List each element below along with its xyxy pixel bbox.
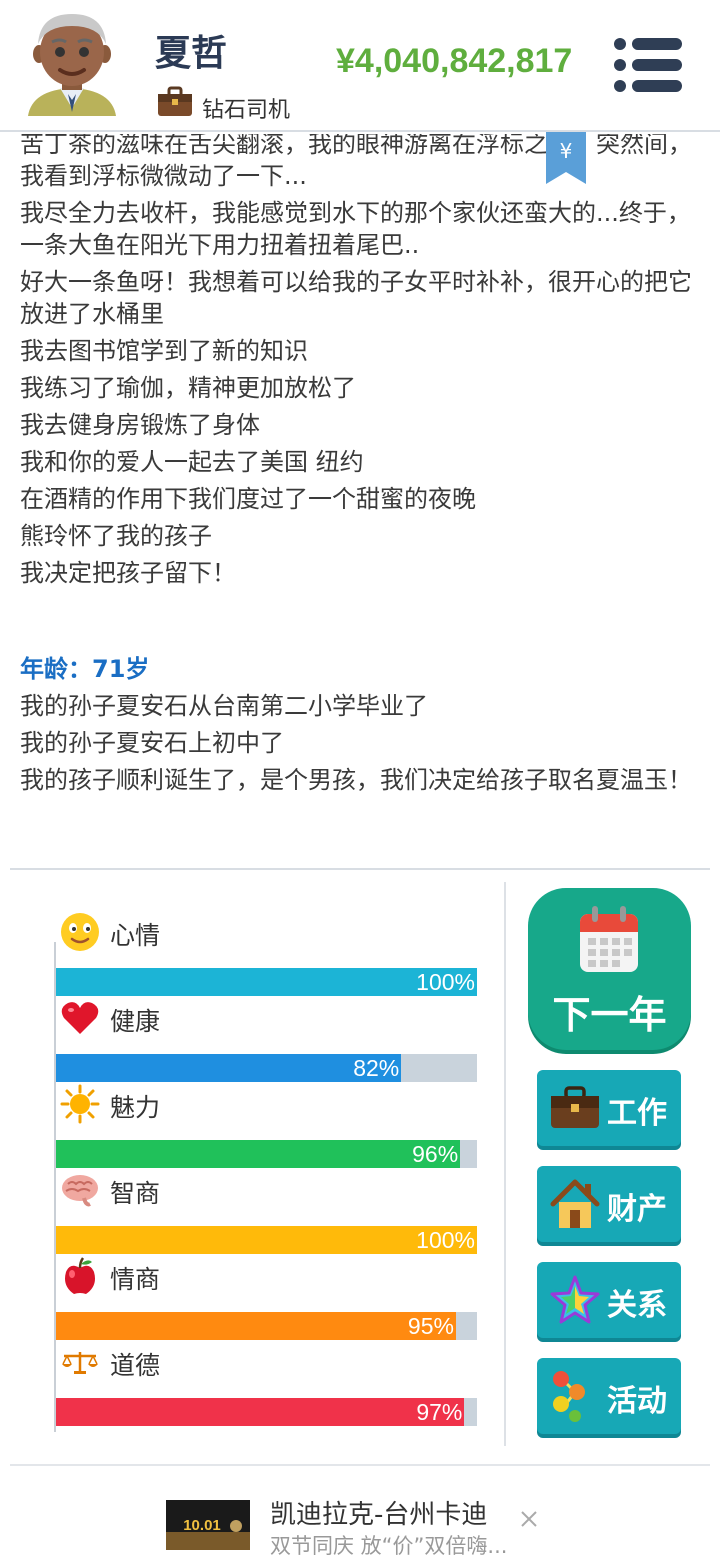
- property-button[interactable]: 财产: [537, 1166, 681, 1242]
- stat-percent: 100%: [416, 969, 475, 995]
- stat-label: 健康: [110, 1007, 161, 1036]
- smiley-icon: [61, 913, 99, 951]
- avatar[interactable]: [24, 8, 120, 118]
- event-log[interactable]: 苦丁茶的滋味在舌尖翻滚，我的眼神游离在浮标之上。突然间，我看到浮标微微动了一下.…: [0, 134, 720, 866]
- work-label: 工作: [607, 1096, 667, 1131]
- ad-title[interactable]: 凯迪拉克-台州卡迪: [270, 1494, 487, 1531]
- stat-mood: 心情 100%: [56, 912, 477, 996]
- sun-icon: [60, 1084, 100, 1124]
- money-balance: ¥4,040,842,817: [336, 42, 573, 80]
- stat-health: 健康 82%: [56, 998, 477, 1082]
- stat-bar: 97%: [56, 1398, 477, 1426]
- stat-label: 智商: [110, 1179, 161, 1208]
- stat-percent: 97%: [416, 1399, 463, 1425]
- stat-bar: 82%: [56, 1054, 477, 1082]
- activities-label: 活动: [607, 1384, 667, 1419]
- stat-percent: 100%: [416, 1227, 475, 1253]
- log-line: 我去健身房锻炼了身体: [20, 411, 260, 439]
- activities-button[interactable]: 活动: [537, 1358, 681, 1434]
- log-line: 我去图书馆学到了新的知识: [20, 337, 308, 365]
- stat-fill: [56, 1140, 461, 1168]
- stat-label: 道德: [110, 1351, 161, 1380]
- stat-fill: [56, 968, 477, 996]
- stat-iq: 智商 100%: [56, 1170, 477, 1254]
- stat-bar: 95%: [56, 1312, 477, 1340]
- property-label: 财产: [607, 1192, 667, 1227]
- stat-fill: [56, 1398, 465, 1426]
- scales-icon: [62, 1352, 98, 1374]
- age-heading: 年龄：71岁: [20, 655, 150, 683]
- log-line: 熊玲怀了我的孩子: [20, 522, 212, 550]
- log-line: 我的孙子夏安石上初中了: [20, 729, 284, 757]
- activity-dots-icon: [553, 1371, 585, 1422]
- stat-percent: 95%: [407, 1313, 454, 1339]
- stat-label: 魅力: [110, 1093, 161, 1122]
- briefcase-icon: [551, 1086, 599, 1128]
- svg-text:10.01: 10.01: [183, 1517, 221, 1534]
- log-line: 苦丁茶的滋味在舌尖翻滚，我的眼神游离在浮标之上。突然间，我看到浮标微微动了一下.…: [20, 134, 692, 190]
- stat-fill: [56, 1226, 477, 1254]
- job-title: 钻石司机: [202, 98, 291, 123]
- log-line: 在酒精的作用下我们度过了一个甜蜜的夜晚: [20, 485, 476, 513]
- calendar-icon: [580, 906, 638, 972]
- stat-percent: 82%: [353, 1055, 400, 1081]
- briefcase-icon: [158, 86, 192, 116]
- ad-image[interactable]: 10.01: [166, 1500, 250, 1550]
- star-icon: [550, 1275, 600, 1324]
- divider: [10, 868, 710, 870]
- log-line: 我的孙子夏安石从台南第二小学毕业了: [20, 692, 428, 720]
- hamburger-icon[interactable]: [612, 36, 684, 94]
- divider: [504, 882, 506, 1446]
- next-year-button[interactable]: 下一年: [528, 888, 691, 1050]
- log-line: 我决定把孩子留下！: [20, 559, 236, 587]
- stat-label: 心情: [110, 921, 161, 950]
- house-icon: [550, 1179, 600, 1228]
- log-line: 我的孩子顺利诞生了，是个男孩，我们决定给孩子取名夏温玉！: [20, 766, 692, 794]
- relations-button[interactable]: 关系: [537, 1262, 681, 1338]
- ad-subtitle: 双节同庆 放“价”双倍嗨...: [270, 1534, 508, 1558]
- apple-icon: [65, 1257, 95, 1294]
- stat-label: 情商: [110, 1265, 161, 1294]
- stat-morality: 道德 97%: [56, 1342, 477, 1426]
- stat-eq: 情商 95%: [56, 1256, 477, 1340]
- stat-percent: 96%: [412, 1141, 459, 1167]
- work-button[interactable]: 工作: [537, 1070, 681, 1146]
- stat-fill: [56, 1054, 402, 1082]
- ad-banner[interactable]: 10.01 凯迪拉克-台州卡迪 双节同庆 放“价”双倍嗨...: [0, 1466, 720, 1560]
- close-icon[interactable]: [512, 1502, 546, 1536]
- stat-charm: 魅力 96%: [56, 1084, 477, 1168]
- player-name: 夏哲: [155, 33, 228, 74]
- log-line: 我和你的爱人一起去了美国 纽约: [20, 448, 364, 476]
- stat-bar: 100%: [56, 968, 477, 996]
- top-bar: 夏哲 钻石司机 ¥4,040,842,817: [0, 0, 720, 132]
- heart-icon: [61, 1002, 99, 1034]
- log-line: 我练习了瑜伽，精神更加放松了: [20, 374, 356, 402]
- svg-text:¥: ¥: [560, 139, 573, 163]
- next-year-label: 下一年: [552, 993, 667, 1037]
- log-line: 好大一条鱼呀！我想着可以给我的子女平时补补，很开心的把它放进了水桶里: [20, 268, 692, 328]
- stat-fill: [56, 1312, 456, 1340]
- relations-label: 关系: [607, 1288, 667, 1323]
- bookmark-icon[interactable]: ¥: [546, 130, 586, 184]
- log-line: 我尽全力去收杆，我能感觉到水下的那个家伙还蛮大的...终于，一条大鱼在阳光下用力…: [20, 199, 691, 259]
- stat-bar: 96%: [56, 1140, 477, 1168]
- stat-bar: 100%: [56, 1226, 477, 1254]
- brain-icon: [62, 1175, 98, 1207]
